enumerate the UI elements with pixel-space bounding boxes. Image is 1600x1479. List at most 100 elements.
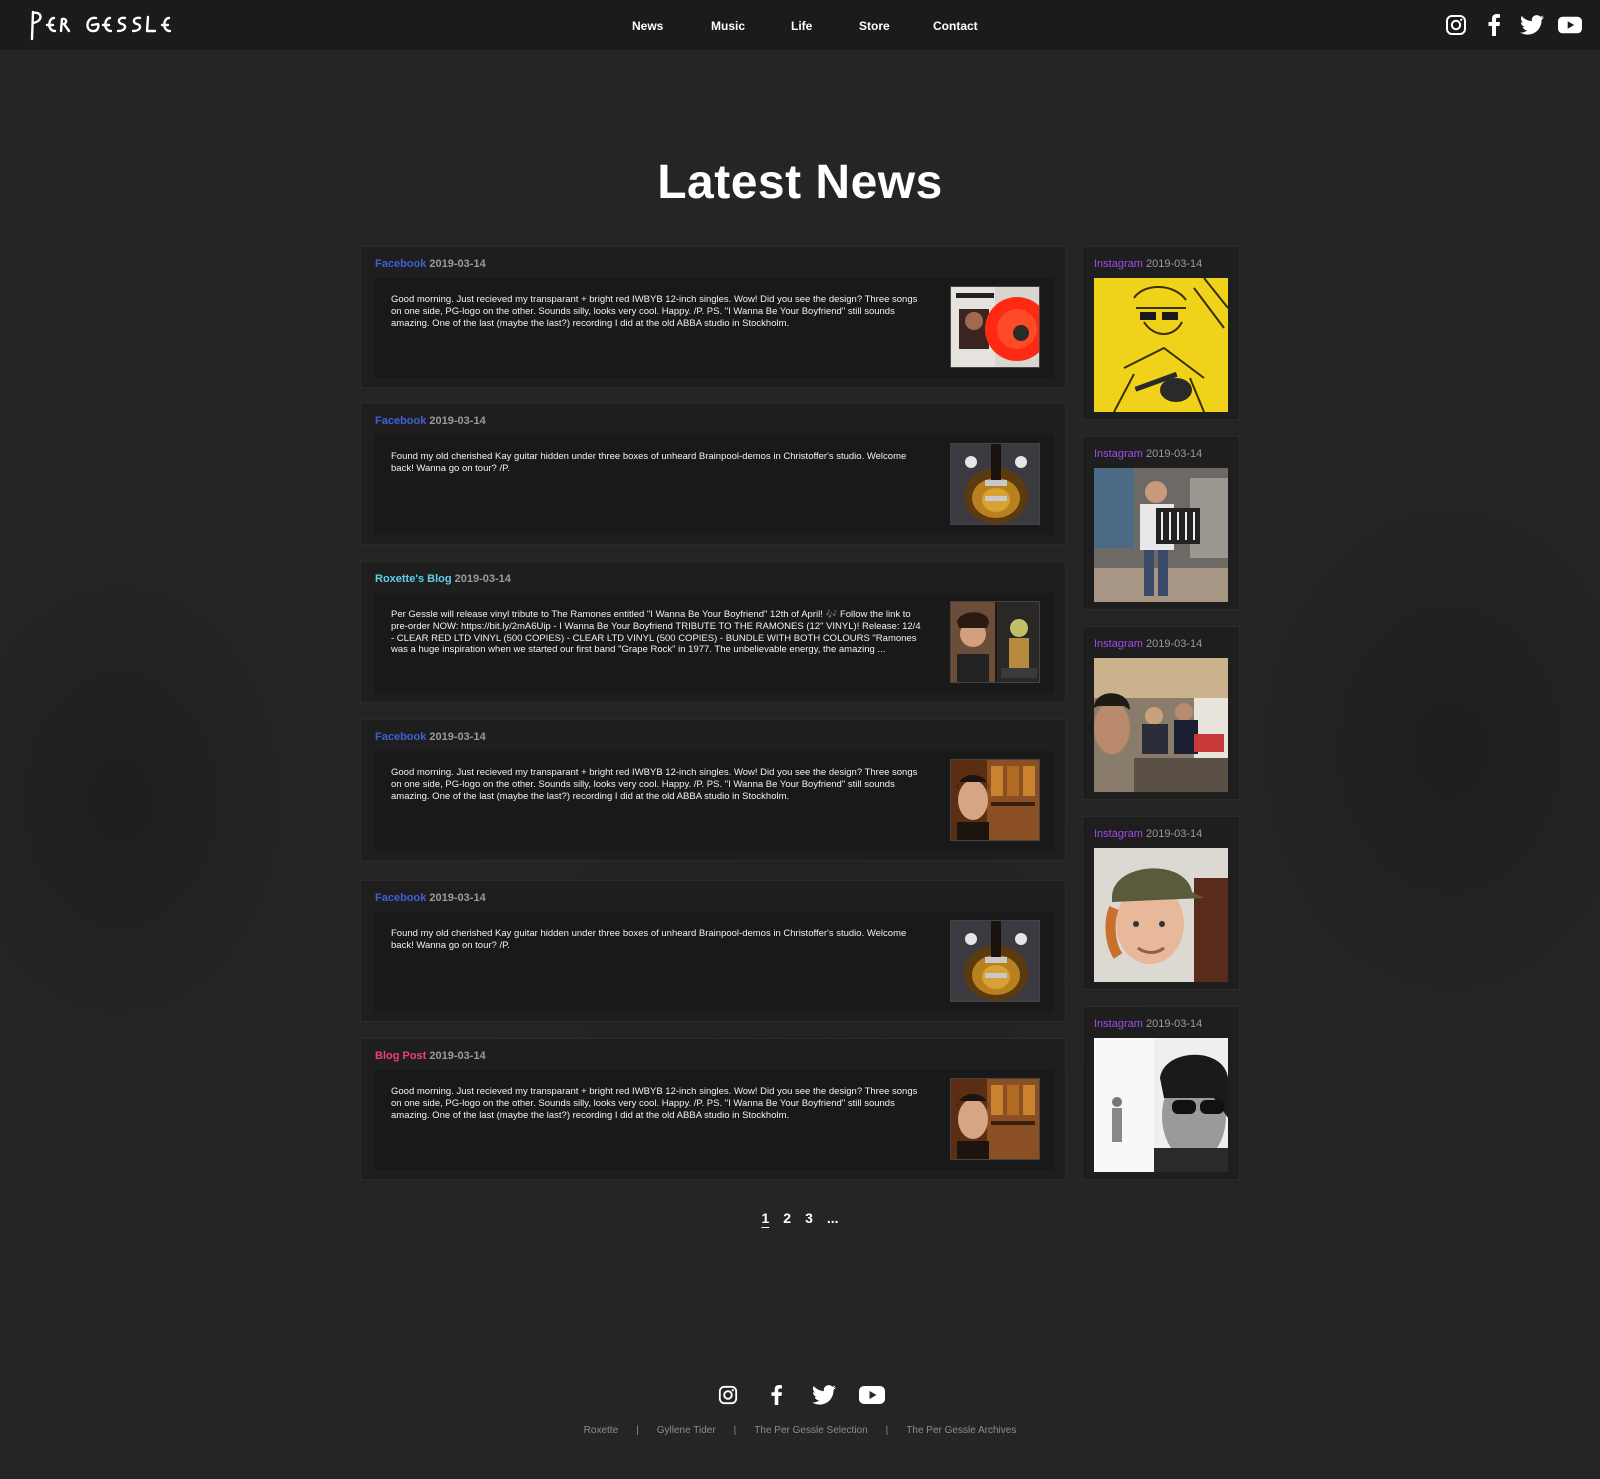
ramones-tribute-cover-image: [951, 602, 1039, 682]
instagram-date: 2019-03-14: [1145, 258, 1203, 270]
header-social-links: [1444, 13, 1582, 37]
instagram-card[interactable]: Instagram 2019-03-14: [1082, 626, 1240, 800]
news-meta: Facebook 2019-03-14: [375, 415, 486, 427]
nav-news[interactable]: News: [632, 19, 663, 33]
footer-link-selection[interactable]: The Per Gessle Selection: [754, 1425, 867, 1436]
page-2-link[interactable]: 2: [783, 1210, 791, 1226]
news-text: Good morning. Just recieved my transpara…: [391, 294, 918, 329]
instagram-source[interactable]: Instagram: [1094, 638, 1143, 650]
news-card[interactable]: Facebook 2019-03-14 Good morning. Just r…: [360, 246, 1066, 388]
news-meta: Roxette's Blog 2019-03-14: [375, 573, 511, 585]
kay-guitar-image: [951, 921, 1039, 1001]
news-body: Found my old cherished Kay guitar hidden…: [374, 912, 1054, 1012]
page-more-link[interactable]: ...: [827, 1210, 839, 1226]
news-text: Found my old cherished Kay guitar hidden…: [391, 928, 907, 951]
portrait-bookshelf-image: [951, 760, 1039, 840]
news-meta: Facebook 2019-03-14: [375, 258, 486, 270]
footer-link-gyllene-tider[interactable]: Gyllene Tider: [657, 1425, 716, 1436]
news-card[interactable]: Facebook 2019-03-14 Found my old cherish…: [360, 403, 1066, 545]
yellow-guitar-illustration: [1094, 278, 1228, 412]
facebook-icon[interactable]: [1482, 13, 1506, 37]
nav-music[interactable]: Music: [711, 19, 745, 33]
instagram-date: 2019-03-14: [1145, 828, 1203, 840]
news-card[interactable]: Blog Post 2019-03-14 Good morning. Just …: [360, 1038, 1066, 1180]
news-source[interactable]: Facebook: [375, 415, 426, 427]
news-date: 2019-03-14: [454, 573, 511, 585]
instagram-meta: Instagram 2019-03-14: [1094, 638, 1202, 650]
nav-store[interactable]: Store: [859, 19, 890, 33]
instagram-card[interactable]: Instagram 2019-03-14: [1082, 1006, 1240, 1180]
news-text: Good morning. Just recieved my transpara…: [391, 767, 918, 802]
instagram-meta: Instagram 2019-03-14: [1094, 448, 1202, 460]
news-text: Good morning. Just recieved my transpara…: [391, 1086, 918, 1121]
instagram-image[interactable]: [1094, 848, 1228, 982]
news-thumbnail[interactable]: [950, 1078, 1040, 1160]
instagram-date: 2019-03-14: [1145, 1018, 1203, 1030]
news-meta: Facebook 2019-03-14: [375, 892, 486, 904]
instagram-meta: Instagram 2019-03-14: [1094, 258, 1202, 270]
footer-link-archives[interactable]: The Per Gessle Archives: [906, 1425, 1016, 1436]
news-date: 2019-03-14: [429, 731, 486, 743]
instagram-source[interactable]: Instagram: [1094, 448, 1143, 460]
portrait-bookshelf-image: [951, 1079, 1039, 1159]
news-meta: Facebook 2019-03-14: [375, 731, 486, 743]
instagram-source[interactable]: Instagram: [1094, 258, 1143, 270]
news-body: Good morning. Just recieved my transpara…: [374, 1070, 1054, 1170]
main-nav: News Music Life Store Contact: [0, 0, 1600, 50]
news-text: Per Gessle will release vinyl tribute to…: [391, 609, 921, 656]
news-date: 2019-03-14: [429, 892, 486, 904]
youtube-icon[interactable]: [859, 1382, 885, 1408]
pagination: 1 2 3 ...: [0, 1210, 1600, 1226]
news-card[interactable]: Facebook 2019-03-14 Good morning. Just r…: [360, 719, 1066, 861]
footer-separator: |: [636, 1425, 639, 1436]
facebook-icon[interactable]: [763, 1382, 789, 1408]
footer-social-links: [0, 1382, 1600, 1408]
instagram-image[interactable]: [1094, 1038, 1228, 1172]
instagram-meta: Instagram 2019-03-14: [1094, 828, 1202, 840]
news-source[interactable]: Blog Post: [375, 1050, 426, 1062]
instagram-image[interactable]: [1094, 278, 1228, 412]
news-text: Found my old cherished Kay guitar hidden…: [391, 451, 907, 474]
instagram-card[interactable]: Instagram 2019-03-14: [1082, 436, 1240, 610]
instagram-date: 2019-03-14: [1145, 448, 1203, 460]
accordion-player-photo: [1094, 468, 1228, 602]
news-thumbnail[interactable]: [950, 920, 1040, 1002]
footer-links: Roxette | Gyllene Tider | The Per Gessle…: [0, 1425, 1600, 1436]
footer-separator: |: [885, 1425, 889, 1436]
news-source[interactable]: Facebook: [375, 258, 426, 270]
nav-contact[interactable]: Contact: [933, 19, 978, 33]
instagram-source[interactable]: Instagram: [1094, 828, 1143, 840]
footer-separator: |: [733, 1425, 737, 1436]
youtube-icon[interactable]: [1558, 13, 1582, 37]
news-card[interactable]: Roxette's Blog 2019-03-14 Per Gessle wil…: [360, 561, 1066, 703]
news-thumbnail[interactable]: [950, 286, 1040, 368]
news-source[interactable]: Facebook: [375, 892, 426, 904]
nav-life[interactable]: Life: [791, 19, 812, 33]
instagram-icon[interactable]: [715, 1382, 741, 1408]
instagram-source[interactable]: Instagram: [1094, 1018, 1143, 1030]
page-title: Latest News: [657, 156, 943, 209]
instagram-icon[interactable]: [1444, 13, 1468, 37]
red-vinyl-record-image: [951, 287, 1039, 367]
news-thumbnail[interactable]: [950, 601, 1040, 683]
twitter-icon[interactable]: [811, 1382, 837, 1408]
instagram-card[interactable]: Instagram 2019-03-14: [1082, 816, 1240, 990]
group-selfie-photo: [1094, 658, 1228, 792]
page-3-link[interactable]: 3: [805, 1210, 813, 1226]
instagram-image[interactable]: [1094, 468, 1228, 602]
twitter-icon[interactable]: [1520, 13, 1544, 37]
news-thumbnail[interactable]: [950, 759, 1040, 841]
news-body: Good morning. Just recieved my transpara…: [374, 278, 1054, 378]
news-card[interactable]: Facebook 2019-03-14 Found my old cherish…: [360, 880, 1066, 1022]
instagram-meta: Instagram 2019-03-14: [1094, 1018, 1202, 1030]
news-body: Good morning. Just recieved my transpara…: [374, 751, 1054, 851]
news-source[interactable]: Facebook: [375, 731, 426, 743]
news-source[interactable]: Roxette's Blog: [375, 573, 452, 585]
instagram-card[interactable]: Instagram 2019-03-14: [1082, 246, 1240, 420]
news-thumbnail[interactable]: [950, 443, 1040, 525]
cap-portrait-photo: [1094, 848, 1228, 982]
footer-link-roxette[interactable]: Roxette: [584, 1425, 618, 1436]
news-body: Per Gessle will release vinyl tribute to…: [374, 593, 1054, 693]
page-1-link[interactable]: 1: [761, 1210, 769, 1226]
instagram-image[interactable]: [1094, 658, 1228, 792]
